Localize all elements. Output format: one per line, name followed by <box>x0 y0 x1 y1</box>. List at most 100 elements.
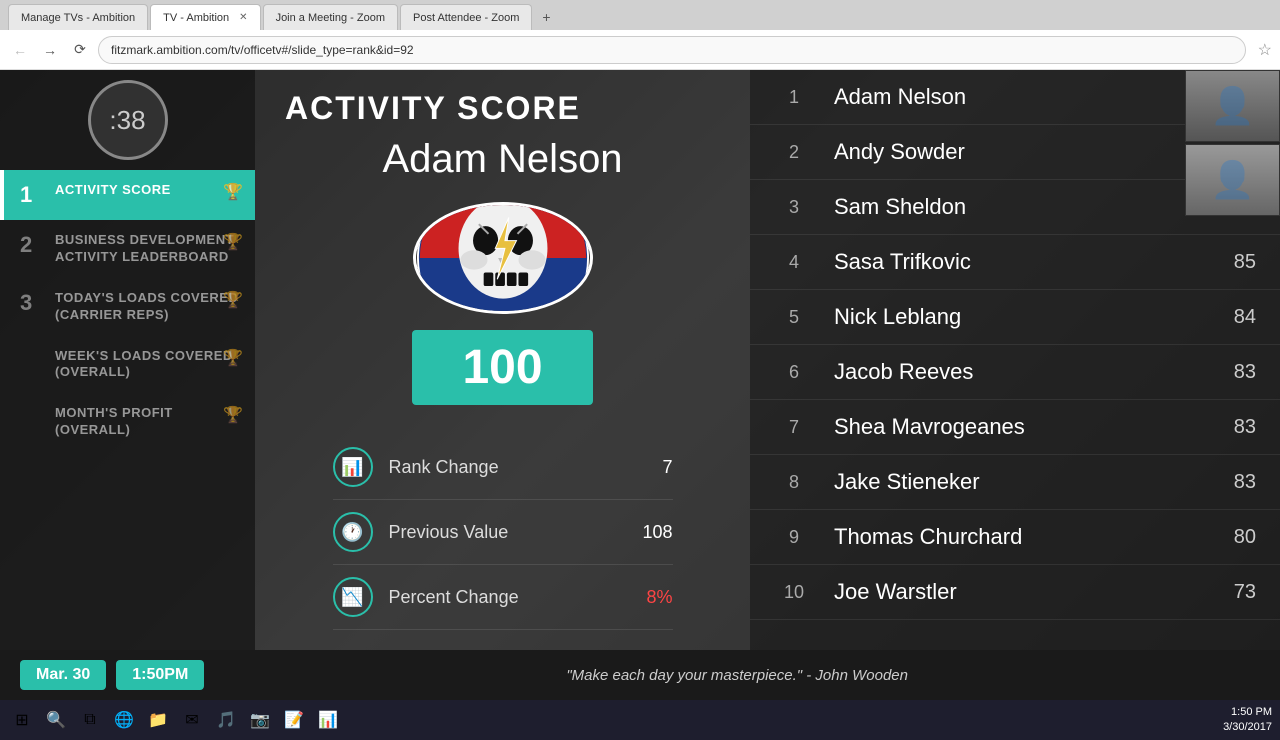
name-4: Sasa Trifkovic <box>814 249 1196 275</box>
tab-manage-tvs[interactable]: Manage TVs - Ambition <box>8 4 148 30</box>
footer-date: Mar. 30 <box>20 660 106 690</box>
percent-change-label: Percent Change <box>389 587 631 608</box>
person-icon-bottom: 👤 <box>1210 159 1255 201</box>
leaderboard-row-4: 4 Sasa Trifkovic 85 <box>750 235 1280 290</box>
leaderboard-row-6: 6 Jacob Reeves 83 <box>750 345 1280 400</box>
windows-icon[interactable]: ⊞ <box>8 706 36 734</box>
sidebar-item-weeks-loads[interactable]: Week's Loads Covered (Overall) 🏆 <box>0 336 255 394</box>
bookmark-icon[interactable]: ☆ <box>1258 40 1272 60</box>
name-5: Nick Leblang <box>814 304 1196 330</box>
tab-label: Join a Meeting - Zoom <box>276 12 385 24</box>
sidebar-rank-1: 1 <box>20 182 45 208</box>
rank-6: 6 <box>774 362 814 383</box>
tab-join-meeting[interactable]: Join a Meeting - Zoom <box>263 4 398 30</box>
name-9: Thomas Churchard <box>814 524 1196 550</box>
trophy-icon-2: 🏆 <box>223 232 243 252</box>
task-view-icon[interactable]: ⧉ <box>76 706 104 734</box>
name-7: Shea Mavrogeanes <box>814 414 1196 440</box>
app-icon-1[interactable]: 🎵 <box>212 706 240 734</box>
sidebar-label-1: Activity Score <box>55 182 171 199</box>
webcam-person-top: 👤 <box>1186 71 1279 141</box>
mail-icon[interactable]: ✉ <box>178 706 206 734</box>
sidebar: :38 1 Activity Score 🏆 2 Business Develo… <box>0 70 255 650</box>
trophy-icon-4: 🏆 <box>223 348 243 368</box>
rank-5: 5 <box>774 307 814 328</box>
cortana-icon[interactable]: 🔍 <box>42 706 70 734</box>
rank-change-label: Rank Change <box>389 457 647 478</box>
forward-button[interactable]: → <box>38 38 62 62</box>
rank-change-value: 7 <box>662 457 672 478</box>
footer: Mar. 30 1:50PM "Make each day your maste… <box>0 650 1280 700</box>
score-9: 80 <box>1196 526 1256 549</box>
score-4: 85 <box>1196 251 1256 274</box>
name-6: Jacob Reeves <box>814 359 1196 385</box>
browser-tabs: Manage TVs - Ambition TV - Ambition ✕ Jo… <box>0 0 1280 30</box>
percent-change-icon: 📉 <box>333 577 373 617</box>
leaderboard-row-5: 5 Nick Leblang 84 <box>750 290 1280 345</box>
tab-tv-ambition[interactable]: TV - Ambition ✕ <box>150 4 260 30</box>
name-8: Jake Stieneker <box>814 469 1196 495</box>
rank-change-icon: 📊 <box>333 447 373 487</box>
rank-7: 7 <box>774 417 814 438</box>
timer-section: :38 <box>0 70 255 170</box>
rank-2: 2 <box>774 142 814 163</box>
previous-value-icon: 🕐 <box>333 512 373 552</box>
percent-change-value: 8% <box>646 587 672 608</box>
taskbar-clock: 1:50 PM 3/30/2017 <box>1223 705 1272 736</box>
sidebar-item-todays-loads[interactable]: 3 Today's Loads Covered (Carrier Reps) 🏆 <box>0 278 255 336</box>
sidebar-item-activity-score[interactable]: 1 Activity Score 🏆 <box>0 170 255 220</box>
rank-9: 9 <box>774 527 814 548</box>
sidebar-label-2: Business Development Activity Leaderboar… <box>55 232 239 266</box>
sidebar-rank-3: 3 <box>20 290 45 316</box>
app-icon-2[interactable]: 📷 <box>246 706 274 734</box>
leaderboard-row-7: 7 Shea Mavrogeanes 83 <box>750 400 1280 455</box>
webcam-top: 👤 <box>1185 70 1280 142</box>
sidebar-label-4: Week's Loads Covered (Overall) <box>55 348 239 382</box>
tab-post-attendee[interactable]: Post Attendee - Zoom <box>400 4 532 30</box>
tab-label: Post Attendee - Zoom <box>413 12 519 24</box>
leaderboard-row-9: 9 Thomas Churchard 80 <box>750 510 1280 565</box>
new-tab-button[interactable]: + <box>534 4 558 30</box>
avatar-image <box>416 202 590 314</box>
stat-percent-change: 📉 Percent Change 8% <box>333 565 673 630</box>
main-content: :38 1 Activity Score 🏆 2 Business Develo… <box>0 70 1280 650</box>
previous-value-label: Previous Value <box>389 522 627 543</box>
taskbar-time: 1:50 PM <box>1223 705 1272 720</box>
timer-display: :38 <box>109 105 145 136</box>
rank-10: 10 <box>774 582 814 603</box>
rank-3: 3 <box>774 197 814 218</box>
score-5: 84 <box>1196 306 1256 329</box>
sidebar-item-months-profit[interactable]: Month's Profit (Overall) 🏆 <box>0 393 255 451</box>
name-10: Joe Warstler <box>814 579 1196 605</box>
app-icon-4[interactable]: 📊 <box>314 706 342 734</box>
sidebar-rank-2: 2 <box>20 232 45 258</box>
stats-list: 📊 Rank Change 7 🕐 Previous Value 108 📉 P… <box>333 435 673 630</box>
browser-chrome: Manage TVs - Ambition TV - Ambition ✕ Jo… <box>0 0 1280 70</box>
ie-icon[interactable]: 🌐 <box>110 706 138 734</box>
score-7: 83 <box>1196 416 1256 439</box>
reload-button[interactable]: ⟳ <box>68 38 92 62</box>
avatar <box>413 202 593 314</box>
tab-close-icon[interactable]: ✕ <box>239 12 247 23</box>
name-2: Andy Sowder <box>814 139 1196 165</box>
back-button[interactable]: ← <box>8 38 32 62</box>
leaderboard-row-10: 10 Joe Warstler 73 <box>750 565 1280 620</box>
stat-previous-value: 🕐 Previous Value 108 <box>333 500 673 565</box>
score-8: 83 <box>1196 471 1256 494</box>
taskbar: ⊞ 🔍 ⧉ 🌐 📁 ✉ 🎵 📷 📝 📊 1:50 PM 3/30/2017 <box>0 700 1280 740</box>
stat-rank-change: 📊 Rank Change 7 <box>333 435 673 500</box>
footer-time: 1:50PM <box>116 660 204 690</box>
browser-nav-bar: ← → ⟳ fitzmark.ambition.com/tv/officetv#… <box>0 30 1280 70</box>
explorer-icon[interactable]: 📁 <box>144 706 172 734</box>
taskbar-date: 3/30/2017 <box>1223 720 1272 735</box>
center-panel: Activity Score Adam Nelson <box>255 70 750 650</box>
rank-1: 1 <box>774 87 814 108</box>
tab-label: TV - Ambition <box>163 12 229 24</box>
trophy-icon-1: 🏆 <box>223 182 243 202</box>
tab-label: Manage TVs - Ambition <box>21 12 135 24</box>
score-badge: 100 <box>412 330 592 405</box>
app-icon-3[interactable]: 📝 <box>280 706 308 734</box>
sidebar-item-bd-leaderboard[interactable]: 2 Business Development Activity Leaderbo… <box>0 220 255 278</box>
name-3: Sam Sheldon <box>814 194 1196 220</box>
address-bar[interactable]: fitzmark.ambition.com/tv/officetv#/slide… <box>98 36 1246 64</box>
